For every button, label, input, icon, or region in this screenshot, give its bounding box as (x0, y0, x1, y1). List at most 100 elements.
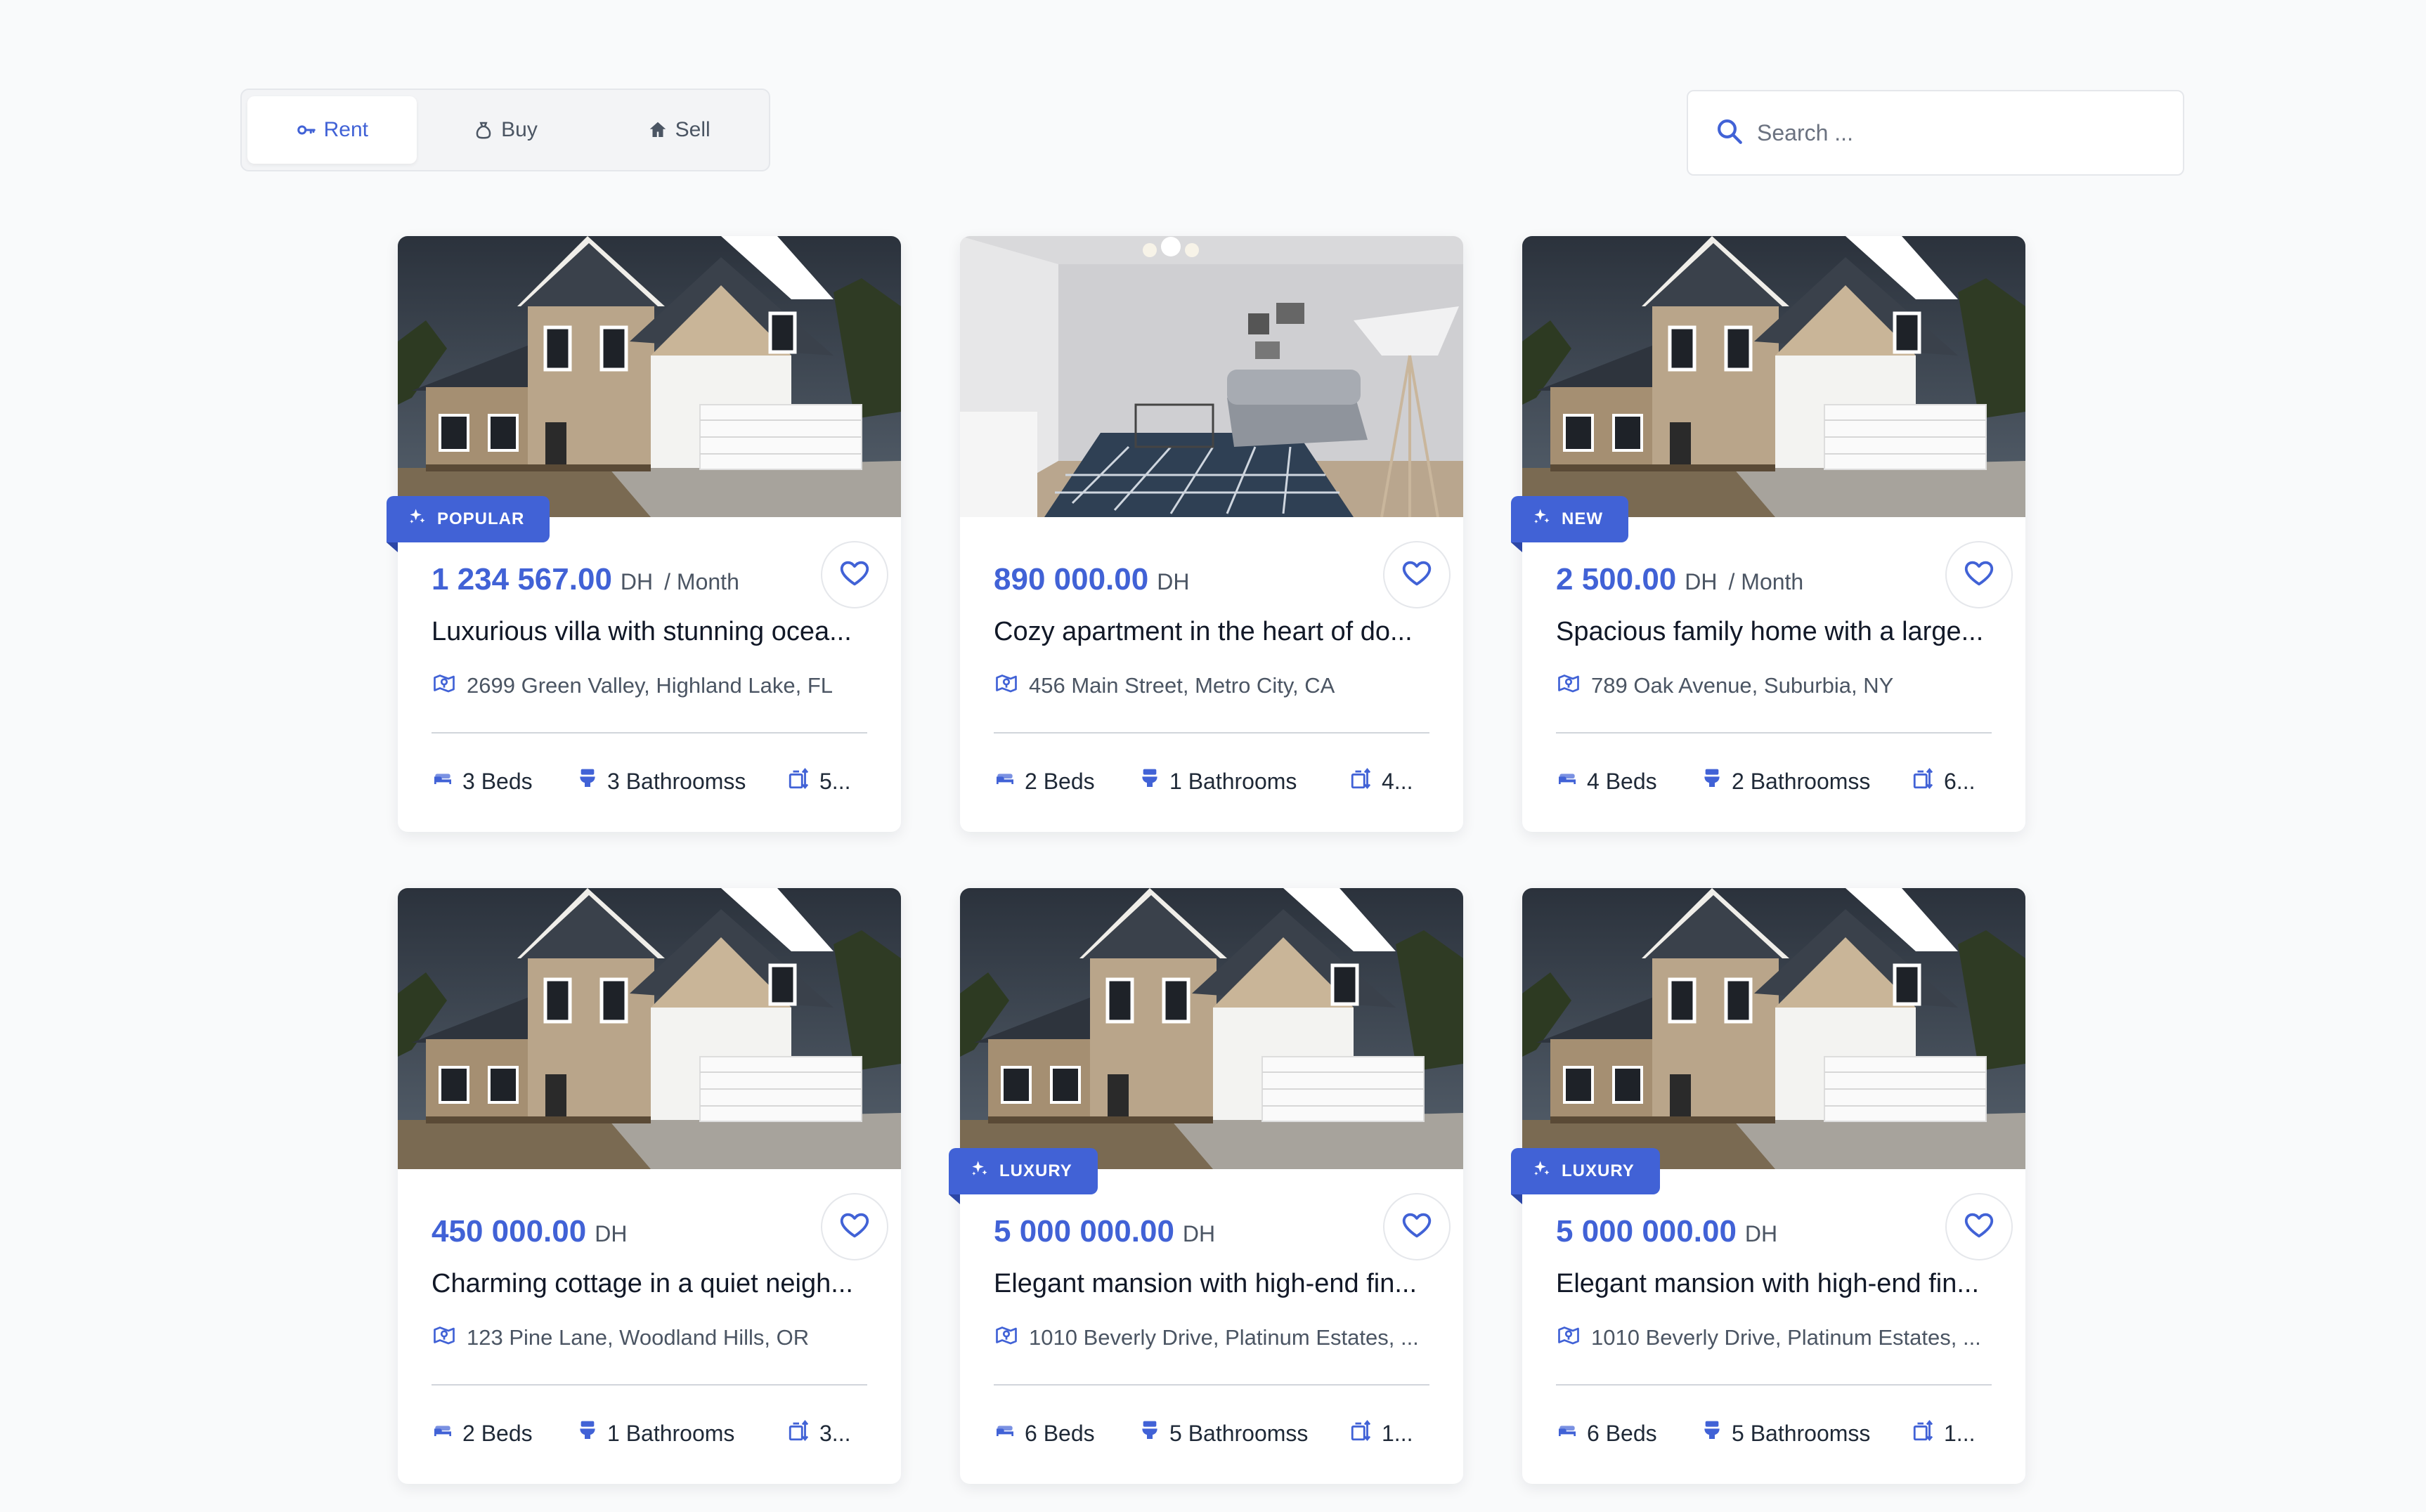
divider (1556, 732, 1992, 734)
feature-beds: 6 Beds (1556, 1419, 1701, 1447)
listing-price: 5 000 000.00 (994, 1214, 1174, 1249)
feature-baths: 5 Bathroomss (1701, 1419, 1912, 1447)
tab-label: Rent (323, 118, 369, 141)
listing-card[interactable]: NEW 2 500.00 DH / Month Spacious family … (1511, 236, 2025, 832)
listing-features: 6 Beds 5 Bathroomss 1... (1556, 1412, 1992, 1454)
listing-currency: DH (1685, 569, 1718, 594)
map-icon (1556, 670, 1581, 701)
address-text: 1010 Beverly Drive, Platinum Estates, ..… (1591, 1325, 1981, 1350)
listing-currency: DH (595, 1221, 628, 1246)
key-icon (296, 119, 317, 141)
toilet-icon (576, 767, 599, 795)
heart-icon (838, 557, 871, 593)
feature-area: 1... (1912, 1419, 1992, 1448)
favorite-button[interactable] (821, 541, 888, 608)
tab-rent[interactable]: Rent (247, 96, 417, 164)
listing-photo (960, 888, 1463, 1169)
listing-body: 5 000 000.00 DH Elegant mansion with hig… (1522, 1214, 2025, 1454)
listing-badge: LUXURY (949, 1148, 1098, 1204)
listing-card[interactable]: 890 000.00 DH Cozy apartment in the hear… (960, 236, 1463, 832)
beds-text: 3 Beds (462, 768, 533, 794)
map-icon (1556, 1322, 1581, 1353)
listing-badge: POPULAR (387, 496, 550, 552)
tab-buy[interactable]: Buy (421, 96, 590, 164)
price-row: 5 000 000.00 DH (1556, 1214, 1992, 1255)
bed-icon (1556, 1419, 1578, 1447)
map-icon (432, 670, 457, 701)
price-row: 1 234 567.00 DH / Month (432, 562, 867, 603)
favorite-button[interactable] (1383, 1193, 1451, 1260)
toilet-icon (576, 1419, 599, 1447)
bag-icon (473, 119, 494, 141)
listing-currency: DH (1182, 1221, 1216, 1246)
listing-card[interactable]: LUXURY 5 000 000.00 DH Elegant mansion w… (949, 888, 1463, 1484)
feature-baths: 5 Bathroomss (1139, 1419, 1349, 1447)
badge-label: NEW (1562, 509, 1603, 528)
baths-text: 1 Bathrooms (607, 1420, 735, 1446)
beds-text: 6 Beds (1587, 1420, 1657, 1446)
listing-address: 1010 Beverly Drive, Platinum Estates, ..… (994, 1322, 1429, 1353)
heart-icon (838, 1209, 871, 1245)
listing-period: / Month (1728, 569, 1804, 594)
feature-baths: 2 Bathroomss (1701, 767, 1912, 795)
sparkle-icon (1532, 1159, 1552, 1184)
search-box (1687, 90, 2184, 176)
area-text: 1... (1944, 1420, 1976, 1446)
listing-price: 5 000 000.00 (1556, 1214, 1737, 1249)
tab-sell[interactable]: Sell (594, 96, 763, 164)
listing-badge: LUXURY (1511, 1148, 1660, 1204)
area-icon (787, 1419, 811, 1448)
heart-icon (1401, 557, 1433, 593)
area-text: 5... (819, 768, 851, 794)
map-icon (994, 670, 1019, 701)
listing-title[interactable]: Cozy apartment in the heart of do... (994, 617, 1429, 653)
listing-body: 2 500.00 DH / Month Spacious family home… (1522, 562, 2025, 802)
feature-beds: 3 Beds (432, 767, 576, 795)
listing-title[interactable]: Elegant mansion with high-end fin... (1556, 1269, 1992, 1305)
listing-title[interactable]: Luxurious villa with stunning ocea... (432, 617, 867, 653)
listing-title[interactable]: Charming cottage in a quiet neigh... (432, 1269, 867, 1305)
bed-icon (1556, 767, 1578, 795)
listing-card[interactable]: POPULAR 1 234 567.00 DH / Month Luxuriou… (387, 236, 901, 832)
favorite-button[interactable] (1945, 541, 2013, 608)
feature-area: 3... (787, 1419, 867, 1448)
search-input[interactable] (1757, 119, 2151, 146)
feature-baths: 1 Bathrooms (1139, 767, 1349, 795)
listing-card[interactable]: 450 000.00 DH Charming cottage in a quie… (398, 888, 901, 1484)
listing-features: 4 Beds 2 Bathroomss 6... (1556, 760, 1992, 802)
home-icon (647, 119, 668, 141)
area-text: 3... (819, 1420, 851, 1446)
area-text: 1... (1382, 1420, 1413, 1446)
listing-title[interactable]: Spacious family home with a large... (1556, 617, 1992, 653)
listing-title[interactable]: Elegant mansion with high-end fin... (994, 1269, 1429, 1305)
tab-label: Buy (501, 118, 538, 141)
price-row: 450 000.00 DH (432, 1214, 867, 1255)
listing-body: 890 000.00 DH Cozy apartment in the hear… (960, 562, 1463, 802)
badge-label: LUXURY (1562, 1161, 1635, 1180)
favorite-button[interactable] (1945, 1193, 2013, 1260)
address-text: 789 Oak Avenue, Suburbia, NY (1591, 673, 1894, 698)
listing-features: 2 Beds 1 Bathrooms 4... (994, 760, 1429, 802)
divider (1556, 1384, 1992, 1386)
divider (994, 1384, 1429, 1386)
favorite-button[interactable] (1383, 541, 1451, 608)
listing-address: 1010 Beverly Drive, Platinum Estates, ..… (1556, 1322, 1992, 1353)
map-icon (994, 1322, 1019, 1353)
area-text: 4... (1382, 768, 1413, 794)
area-icon (1912, 767, 1935, 796)
listing-features: 6 Beds 5 Bathroomss 1... (994, 1412, 1429, 1454)
listing-address: 456 Main Street, Metro City, CA (994, 670, 1429, 701)
feature-baths: 3 Bathroomss (576, 767, 787, 795)
favorite-button[interactable] (821, 1193, 888, 1260)
feature-area: 5... (787, 767, 867, 796)
toilet-icon (1701, 767, 1723, 795)
map-icon (432, 1322, 457, 1353)
divider (994, 732, 1429, 734)
listing-card[interactable]: LUXURY 5 000 000.00 DH Elegant mansion w… (1511, 888, 2025, 1484)
bed-icon (994, 1419, 1016, 1447)
feature-beds: 2 Beds (432, 1419, 576, 1447)
sparkle-icon (408, 507, 427, 532)
toilet-icon (1139, 767, 1161, 795)
beds-text: 2 Beds (462, 1420, 533, 1446)
address-text: 2699 Green Valley, Highland Lake, FL (467, 673, 833, 698)
